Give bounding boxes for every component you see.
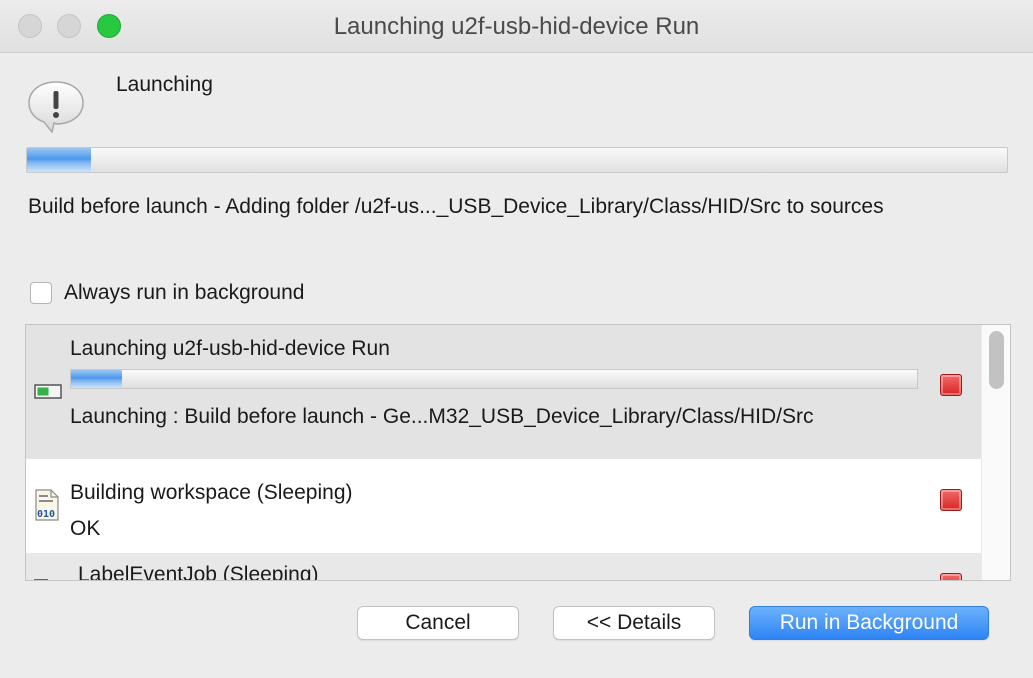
always-background-checkbox[interactable] xyxy=(30,282,52,304)
dialog-content: Launching Build before launch - Adding f… xyxy=(0,53,1033,678)
job-item[interactable]: 010 Building workspace (Sleeping) OK xyxy=(26,459,981,553)
job-status: Launching : Build before launch - Ge...M… xyxy=(70,405,814,428)
stop-job-button[interactable] xyxy=(940,573,962,580)
progress-bar-icon xyxy=(34,384,62,399)
svg-text:010: 010 xyxy=(37,509,55,520)
jobs-list[interactable]: Launching u2f-usb-hid-device Run Launchi… xyxy=(25,324,1011,581)
title-bar[interactable]: Launching u2f-usb-hid-device Run xyxy=(0,0,1033,53)
always-background-option[interactable]: Always run in background xyxy=(30,281,304,305)
scrollbar-thumb[interactable] xyxy=(989,331,1004,389)
job-icon xyxy=(34,579,48,580)
job-item[interactable]: LabelEventJob (Sleeping) xyxy=(26,553,981,581)
status-message: Build before launch - Adding folder /u2f… xyxy=(28,195,884,218)
job-status: OK xyxy=(70,517,101,540)
job-progress-bar xyxy=(70,369,918,389)
main-progress-fill xyxy=(27,148,91,172)
cancel-button[interactable]: Cancel xyxy=(357,606,519,640)
main-progress-bar xyxy=(26,147,1008,173)
dialog-heading: Launching xyxy=(116,73,213,96)
always-background-label[interactable]: Always run in background xyxy=(64,281,304,305)
launch-dialog-window: Launching u2f-usb-hid-device Run Launchi… xyxy=(0,0,1033,678)
stop-job-button[interactable] xyxy=(940,489,962,511)
jobs-scrollbar[interactable] xyxy=(981,325,1010,580)
job-title: LabelEventJob (Sleeping) xyxy=(78,563,319,581)
window-title: Launching u2f-usb-hid-device Run xyxy=(333,13,700,40)
run-in-background-button[interactable]: Run in Background xyxy=(749,606,989,640)
details-button[interactable]: << Details xyxy=(553,606,715,640)
warning-bubble-icon xyxy=(28,81,84,133)
stop-job-button[interactable] xyxy=(940,374,962,396)
job-title: Launching u2f-usb-hid-device Run xyxy=(70,337,390,360)
binary-file-icon: 010 xyxy=(35,489,59,521)
job-progress-fill xyxy=(71,370,122,388)
job-title: Building workspace (Sleeping) xyxy=(70,481,353,504)
job-item[interactable]: Launching u2f-usb-hid-device Run Launchi… xyxy=(26,325,981,459)
